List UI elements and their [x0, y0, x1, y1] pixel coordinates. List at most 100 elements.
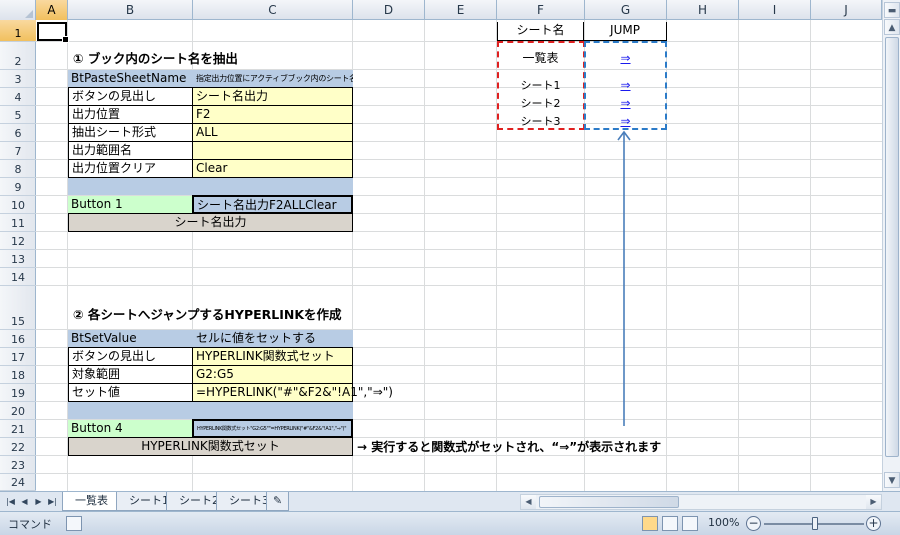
section2-param-label-3[interactable]: セット値 — [68, 383, 193, 402]
row-header-18[interactable]: 18 — [0, 366, 36, 384]
column-header-d[interactable]: D — [353, 0, 425, 20]
section1-param-label-3[interactable]: 抽出シート形式 — [68, 123, 193, 142]
sheet-name-output-button[interactable]: シート名出力 — [68, 213, 353, 232]
section2-button-code[interactable]: HYPERLINK関数式セット"G2:G5""=HYPERLINK("#"&F2… — [192, 419, 353, 438]
zoom-in-icon[interactable]: + — [866, 516, 881, 531]
section2-button-cell[interactable]: Button 4 — [68, 420, 193, 437]
row-header-23[interactable]: 23 — [0, 456, 36, 474]
row-header-10[interactable]: 10 — [0, 196, 36, 214]
zoom-slider-knob[interactable] — [812, 517, 818, 530]
row-header-8[interactable]: 8 — [0, 160, 36, 178]
row-header-19[interactable]: 19 — [0, 384, 36, 402]
sheet-tab-bar: |◀ ◀ ▶ ▶| 一覧表 シート1 シート2 シート3 ✎ ◀ ▶ — [0, 491, 900, 511]
section2-param-label-1[interactable]: ボタンの見出し — [68, 347, 193, 366]
section2-macro-desc[interactable]: セルに値をセットする — [193, 330, 353, 347]
row-header-17[interactable]: 17 — [0, 348, 36, 366]
row-header-7[interactable]: 7 — [0, 142, 36, 160]
excel-window: A B C D E F G H I J 1 2 3 4 5 6 7 8 9 10… — [0, 0, 900, 535]
section1-param-value-4[interactable] — [192, 141, 353, 160]
scroll-right-icon[interactable]: ▶ — [866, 495, 881, 509]
section2-param-value-1[interactable]: HYPERLINK関数式セット — [192, 347, 353, 366]
sheet-table-header-jump[interactable]: JUMP — [584, 22, 667, 41]
row-header-16[interactable]: 16 — [0, 330, 36, 348]
row-header-1[interactable]: 1 — [0, 20, 36, 42]
row-header-12[interactable]: 12 — [0, 232, 36, 250]
row-header-14[interactable]: 14 — [0, 268, 36, 286]
row-header-13[interactable]: 13 — [0, 250, 36, 268]
scroll-up-icon[interactable]: ▲ — [884, 19, 900, 35]
section1-param-label-2[interactable]: 出力位置 — [68, 105, 193, 124]
tab-sheet-list[interactable]: 一覧表 — [62, 492, 121, 511]
horizontal-scroll-thumb[interactable] — [539, 496, 679, 508]
section2-param-value-3[interactable]: =HYPERLINK("#"&F2&"!A1","⇒") — [192, 383, 393, 402]
column-header-j[interactable]: J — [811, 0, 882, 20]
section1-param-value-3[interactable]: ALL — [192, 123, 353, 142]
macro-record-icon[interactable] — [66, 516, 82, 531]
section1-param-label-5[interactable]: 出力位置クリア — [68, 159, 193, 178]
up-arrow-icon — [617, 130, 631, 426]
page-break-view-icon[interactable] — [682, 516, 698, 531]
scroll-left-icon[interactable]: ◀ — [521, 495, 536, 509]
section1-button-code[interactable]: シート名出力F2ALLClear — [192, 195, 353, 214]
row-header-20[interactable]: 20 — [0, 402, 36, 420]
column-header-h[interactable]: H — [667, 0, 739, 20]
column-header-i[interactable]: I — [739, 0, 811, 20]
section1-macro-name[interactable]: BtPasteSheetName — [68, 70, 193, 87]
status-mode: コマンド — [8, 518, 52, 531]
row-headers: 1 2 3 4 5 6 7 8 9 10 11 12 13 14 15 16 1… — [0, 20, 36, 491]
insert-sheet-icon[interactable]: ✎ — [266, 492, 290, 511]
row-header-5[interactable]: 5 — [0, 106, 36, 124]
prev-sheet-icon[interactable]: ◀ — [18, 494, 31, 509]
column-header-a[interactable]: A — [36, 0, 68, 20]
active-cell-a1[interactable] — [37, 22, 69, 43]
sheet-table-header-name[interactable]: シート名 — [497, 22, 584, 41]
section2-param-value-2[interactable]: G2:G5 — [192, 365, 353, 384]
scroll-down-icon[interactable]: ▼ — [884, 472, 900, 488]
normal-view-icon[interactable] — [642, 516, 658, 531]
section1-param-label-1[interactable]: ボタンの見出し — [68, 87, 193, 106]
section1-button-cell[interactable]: Button 1 — [68, 196, 193, 213]
section1-heading: ① ブック内のシート名を抽出 — [73, 51, 238, 66]
row-header-2[interactable]: 2 — [0, 42, 36, 70]
section2-note: → 実行すると関数式がセットされ、“⇒”が表示されます — [357, 440, 662, 454]
column-header-f[interactable]: F — [497, 0, 585, 20]
page-layout-view-icon[interactable] — [662, 516, 678, 531]
section1-param-value-1[interactable]: シート名出力 — [192, 87, 353, 106]
section1-param-label-4[interactable]: 出力範囲名 — [68, 141, 193, 160]
worksheet-grid[interactable]: ① ブック内のシート名を抽出 BtPasteSheetName 指定出力位置にア… — [36, 20, 882, 491]
select-all-corner[interactable] — [0, 0, 36, 20]
hyperlink-formula-set-button[interactable]: HYPERLINK関数式セット — [68, 437, 353, 456]
status-bar: コマンド 100% − + — [0, 511, 900, 535]
last-sheet-icon[interactable]: ▶| — [46, 494, 59, 509]
section2-spacer-row — [68, 402, 353, 419]
row-header-9[interactable]: 9 — [0, 178, 36, 196]
row-header-11[interactable]: 11 — [0, 214, 36, 232]
horizontal-scrollbar[interactable]: ◀ ▶ — [520, 494, 882, 510]
row-header-21[interactable]: 21 — [0, 420, 36, 438]
section2-param-label-2[interactable]: 対象範囲 — [68, 365, 193, 384]
vertical-scroll-thumb[interactable] — [885, 37, 899, 457]
section1-param-value-2[interactable]: F2 — [192, 105, 353, 124]
column-header-e[interactable]: E — [425, 0, 497, 20]
column-header-g[interactable]: G — [585, 0, 667, 20]
section1-macro-desc[interactable]: 指定出力位置にアクティブブック内のシート名を抽出 — [193, 70, 353, 87]
row-header-15[interactable]: 15 — [0, 286, 36, 330]
row-header-4[interactable]: 4 — [0, 88, 36, 106]
column-header-c[interactable]: C — [193, 0, 353, 20]
scroll-split-icon[interactable]: ▬ — [884, 2, 900, 18]
row-header-3[interactable]: 3 — [0, 70, 36, 88]
zoom-out-icon[interactable]: − — [746, 516, 761, 531]
next-sheet-icon[interactable]: ▶ — [32, 494, 45, 509]
section2-heading: ② 各シートへジャンプするHYPERLINKを作成 — [73, 307, 342, 322]
section2-macro-name[interactable]: BtSetValue — [68, 330, 193, 347]
sheet-name-range-highlight — [497, 41, 585, 130]
section1-param-value-5[interactable]: Clear — [192, 159, 353, 178]
row-header-22[interactable]: 22 — [0, 438, 36, 456]
zoom-level[interactable]: 100% — [708, 516, 739, 529]
row-header-6[interactable]: 6 — [0, 124, 36, 142]
row-header-24[interactable]: 24 — [0, 474, 36, 491]
vertical-scrollbar[interactable]: ▬ ▲ ▼ — [882, 0, 900, 491]
section1-spacer-row — [68, 178, 353, 195]
first-sheet-icon[interactable]: |◀ — [4, 494, 17, 509]
column-header-b[interactable]: B — [68, 0, 193, 20]
